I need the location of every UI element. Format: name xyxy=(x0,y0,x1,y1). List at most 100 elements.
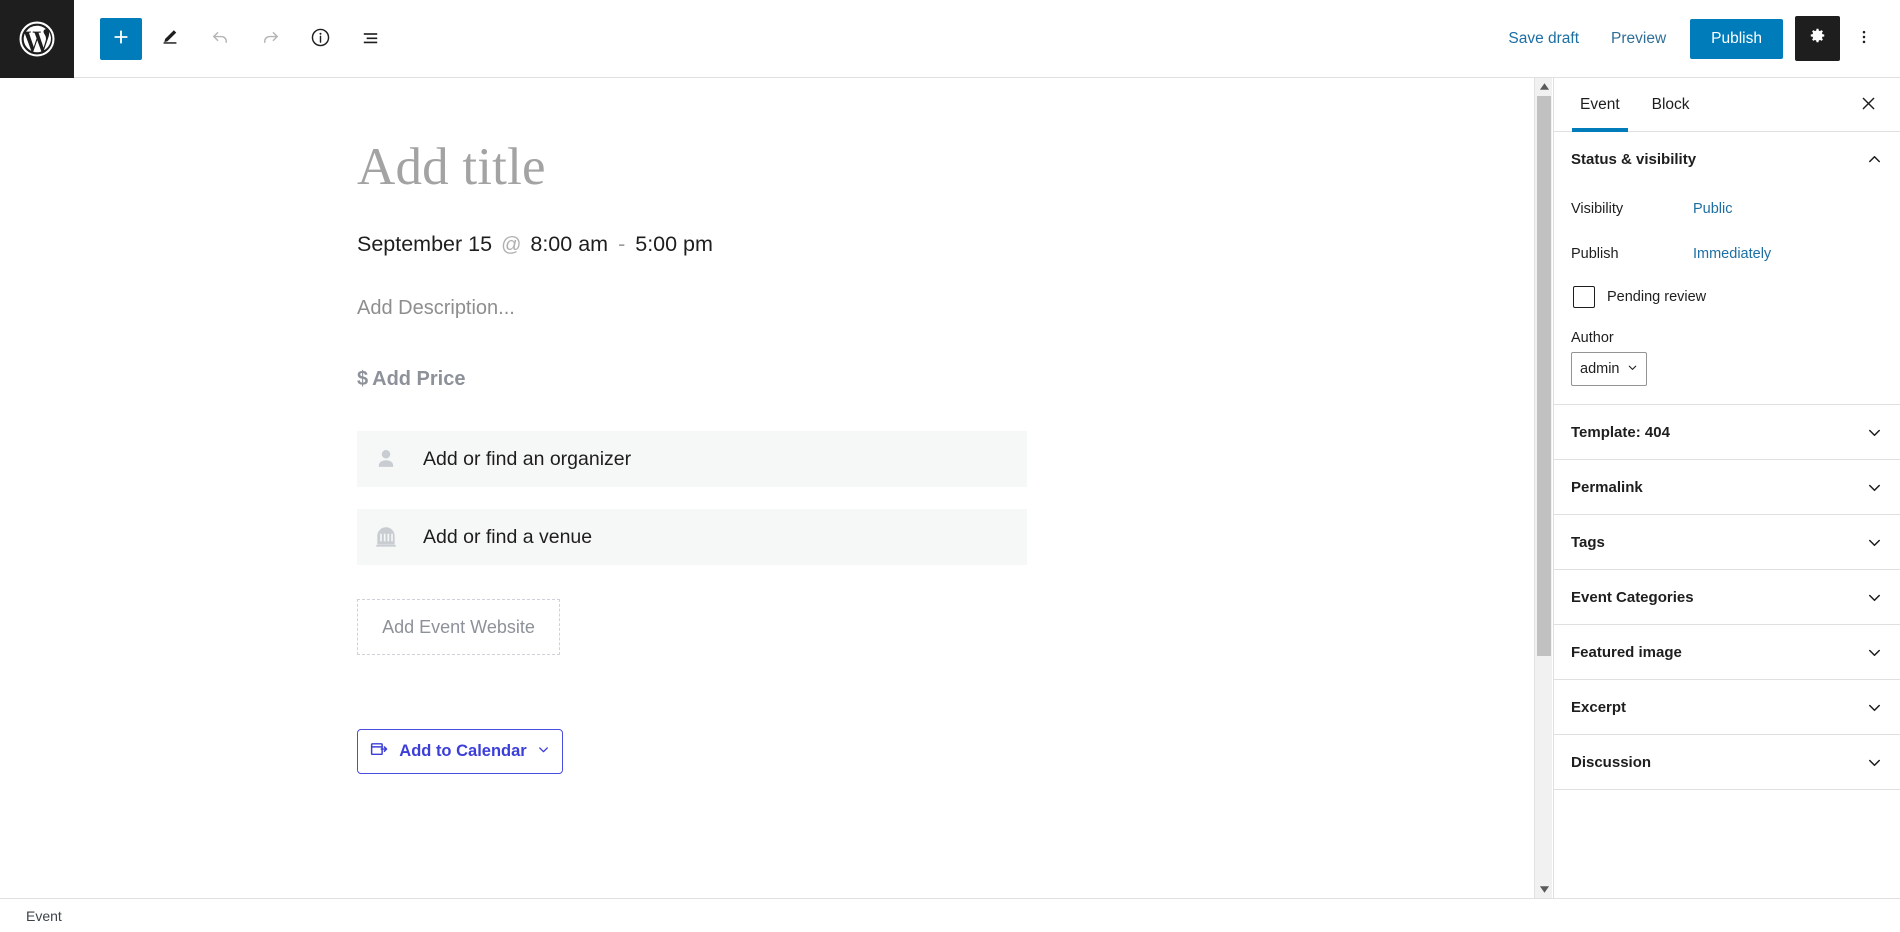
tab-block[interactable]: Block xyxy=(1636,78,1706,131)
publish-label: Publish xyxy=(1571,245,1619,262)
organizer-finder-row[interactable]: Add or find an organizer xyxy=(357,431,1027,488)
panel-status-and-visibility: Status & visibility Visibility Public Pu… xyxy=(1554,132,1900,405)
undo-arrow-icon xyxy=(209,26,232,52)
pencil-icon xyxy=(159,26,181,51)
visibility-row: Visibility Public xyxy=(1571,186,1883,231)
publish-row: Publish Immediately xyxy=(1571,231,1883,276)
panel-permalink-header[interactable]: Permalink xyxy=(1554,460,1900,514)
panel-template-header[interactable]: Template: 404 xyxy=(1554,405,1900,459)
breadcrumb[interactable]: Event xyxy=(26,908,62,924)
venue-building-icon xyxy=(371,522,401,552)
panel-template-title: Template: 404 xyxy=(1571,423,1670,441)
organizer-placeholder-label: Add or find an organizer xyxy=(423,447,632,470)
panel-tags-title: Tags xyxy=(1571,533,1605,551)
panel-featured-image: Featured image xyxy=(1554,625,1900,680)
panel-template: Template: 404 xyxy=(1554,405,1900,460)
scrollbar-thumb[interactable] xyxy=(1537,96,1551,656)
chevron-down-icon xyxy=(1865,643,1884,662)
wordpress-logo-button[interactable] xyxy=(0,0,74,78)
panel-event-categories-header[interactable]: Event Categories xyxy=(1554,570,1900,624)
panel-excerpt: Excerpt xyxy=(1554,680,1900,735)
chevron-down-icon xyxy=(1865,533,1884,552)
panel-event-categories-title: Event Categories xyxy=(1571,588,1694,606)
add-to-calendar-label: Add to Calendar xyxy=(399,742,527,761)
post-title-input[interactable]: Add title xyxy=(357,138,1534,196)
undo-button[interactable] xyxy=(198,17,242,61)
settings-toggle-button[interactable] xyxy=(1795,16,1840,61)
chevron-down-icon xyxy=(1865,698,1884,717)
scroll-down-arrow-icon[interactable] xyxy=(1535,881,1553,898)
event-website-input[interactable]: Add Event Website xyxy=(357,599,560,656)
publish-button[interactable]: Publish xyxy=(1690,18,1783,59)
scroll-up-arrow-icon[interactable] xyxy=(1535,78,1553,95)
chevron-down-icon xyxy=(536,742,551,762)
info-circle-icon xyxy=(309,26,332,52)
author-label: Author xyxy=(1571,330,1614,346)
pending-review-row: Pending review xyxy=(1571,276,1883,318)
panel-status-title: Status & visibility xyxy=(1571,150,1697,168)
event-date-value[interactable]: September 15 xyxy=(357,232,492,257)
event-price-input[interactable]: $ Add Price xyxy=(357,368,1534,391)
publish-value-button[interactable]: Immediately xyxy=(1693,246,1771,262)
close-sidebar-button[interactable] xyxy=(1850,78,1886,131)
panel-featured-image-header[interactable]: Featured image xyxy=(1554,625,1900,679)
settings-sidebar: Event Block Status & visibility Visibili… xyxy=(1553,78,1900,898)
tab-event[interactable]: Event xyxy=(1564,78,1636,132)
save-draft-button[interactable]: Save draft xyxy=(1492,20,1595,58)
editor-status-bar: Event xyxy=(0,898,1900,932)
event-description-input[interactable]: Add Description... xyxy=(357,297,1534,320)
redo-button[interactable] xyxy=(248,17,292,61)
more-options-button[interactable] xyxy=(1844,17,1884,61)
sidebar-tab-bar: Event Block xyxy=(1554,78,1900,132)
redo-arrow-icon xyxy=(259,26,282,52)
panel-excerpt-header[interactable]: Excerpt xyxy=(1554,680,1900,734)
pending-review-label: Pending review xyxy=(1607,289,1707,305)
chevron-down-icon xyxy=(1865,753,1884,772)
add-block-button[interactable] xyxy=(100,17,142,60)
tools-pencil-button[interactable] xyxy=(148,17,192,61)
venue-finder-row[interactable]: Add or find a venue xyxy=(357,509,1027,566)
chevron-down-icon xyxy=(1626,361,1639,378)
topbar-actions: Save draft Preview Publish xyxy=(1492,16,1900,61)
details-button[interactable] xyxy=(298,17,342,61)
visibility-value-button[interactable]: Public xyxy=(1693,201,1733,217)
list-view-button[interactable] xyxy=(348,17,392,61)
panel-discussion: Discussion xyxy=(1554,735,1900,790)
panel-tags: Tags xyxy=(1554,515,1900,570)
chevron-up-icon xyxy=(1865,150,1884,169)
at-symbol: @ xyxy=(501,234,522,257)
panel-featured-image-title: Featured image xyxy=(1571,643,1682,661)
pending-review-checkbox[interactable] xyxy=(1573,286,1595,308)
chevron-down-icon xyxy=(1865,588,1884,607)
chevron-down-icon xyxy=(1865,478,1884,497)
panel-status-header[interactable]: Status & visibility xyxy=(1554,132,1900,186)
price-placeholder-label: Add Price xyxy=(372,368,466,391)
add-to-calendar-button[interactable]: Add to Calendar xyxy=(357,729,563,775)
chevron-down-icon xyxy=(1865,423,1884,442)
event-start-time-value[interactable]: 8:00 am xyxy=(530,232,608,257)
author-select[interactable]: admin xyxy=(1571,352,1647,386)
editor-top-toolbar: Save draft Preview Publish xyxy=(0,0,1900,78)
gear-icon xyxy=(1807,27,1828,51)
panel-tags-header[interactable]: Tags xyxy=(1554,515,1900,569)
panel-excerpt-title: Excerpt xyxy=(1571,698,1627,716)
list-view-icon xyxy=(359,26,382,52)
event-datetime-row[interactable]: September 15 @ 8:00 am - 5:00 pm xyxy=(357,232,1534,257)
preview-button[interactable]: Preview xyxy=(1595,20,1682,58)
editor-canvas: Add title September 15 @ 8:00 am - 5:00 … xyxy=(0,78,1534,898)
time-range-separator: - xyxy=(618,232,626,257)
panel-event-categories: Event Categories xyxy=(1554,570,1900,625)
event-end-time-value[interactable]: 5:00 pm xyxy=(635,232,713,257)
panel-permalink-title: Permalink xyxy=(1571,478,1643,496)
currency-symbol: $ xyxy=(357,368,369,391)
kebab-menu-icon xyxy=(1855,26,1873,51)
plus-icon xyxy=(110,26,132,51)
venue-placeholder-label: Add or find a venue xyxy=(423,525,593,548)
editor-scrollbar[interactable] xyxy=(1534,78,1552,898)
panel-status-body: Visibility Public Publish Immediately Pe… xyxy=(1554,186,1900,404)
panel-discussion-header[interactable]: Discussion xyxy=(1554,735,1900,789)
visibility-label: Visibility xyxy=(1571,200,1624,217)
panel-discussion-title: Discussion xyxy=(1571,753,1652,771)
author-selected-value: admin xyxy=(1580,361,1620,377)
editor-tools-group xyxy=(74,17,392,61)
